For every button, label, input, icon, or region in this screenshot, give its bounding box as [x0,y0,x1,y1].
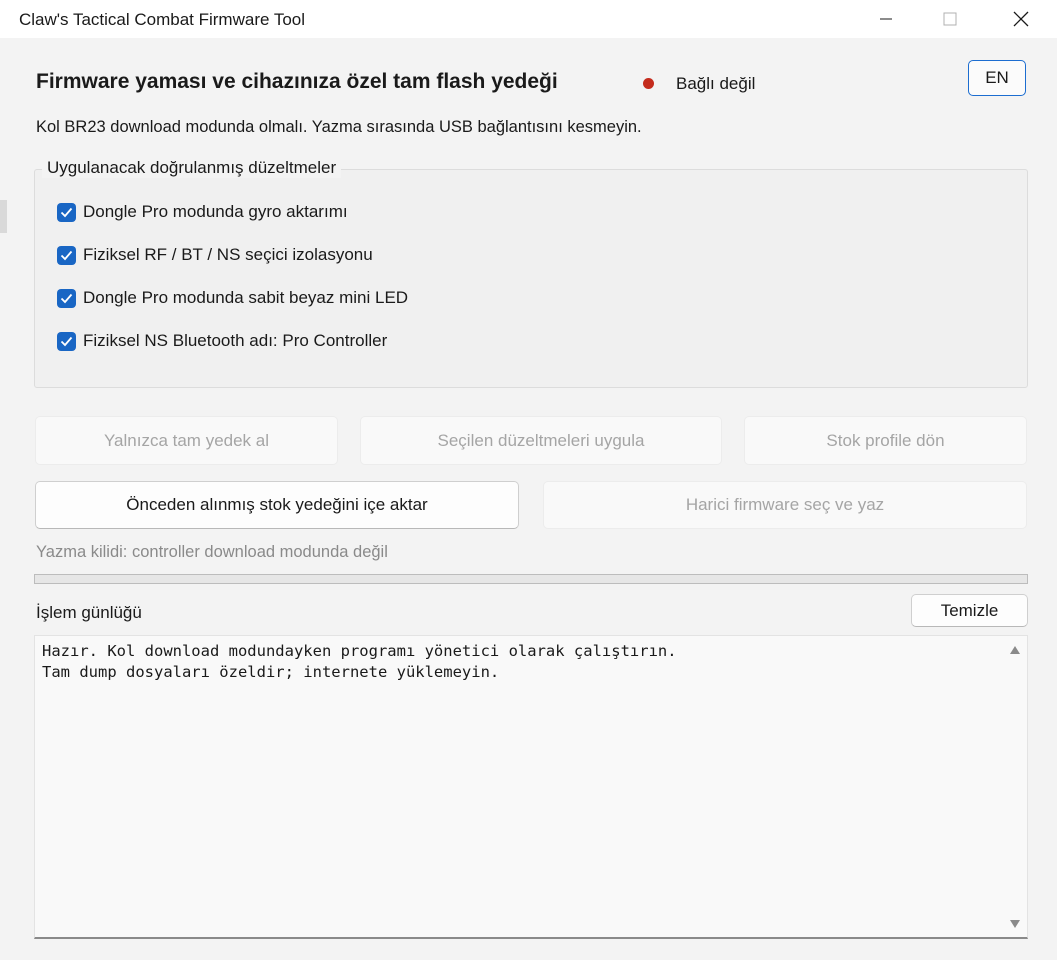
progress-bar [34,574,1028,584]
fix-bt-name-label: Fiziksel NS Bluetooth adı: Pro Controlle… [83,331,388,350]
scroll-up-icon[interactable] [1009,645,1021,655]
write-lock-status: Yazma kilidi: controller download modund… [36,543,388,561]
connection-status-text: Bağlı değil [676,74,756,93]
fix-selector-isolation-label: Fiziksel RF / BT / NS seçici izolasyonu [83,245,373,264]
language-toggle-button[interactable]: EN [968,60,1026,96]
page-title: Firmware yaması ve cihazınıza özel tam f… [36,70,558,93]
minimize-icon [880,18,892,20]
minimize-button[interactable] [863,0,909,38]
backup-only-button[interactable]: Yalnızca tam yedek al [35,416,338,465]
log-scrollbar[interactable] [1004,637,1026,935]
close-icon [1013,11,1029,27]
clear-log-button[interactable]: Temizle [911,594,1028,627]
checkbox-checked-icon[interactable] [57,202,76,222]
checkbox-checked-icon[interactable] [57,245,76,265]
fix-selector-isolation-checkbox-row[interactable]: Fiziksel RF / BT / NS seçici izolasyonu [57,244,373,266]
window-edge [1044,38,1057,960]
restore-stock-button[interactable]: Stok profile dön [744,416,1027,465]
maximize-icon [943,12,957,26]
checkbox-checked-icon[interactable] [57,331,76,351]
import-backup-button[interactable]: Önceden alınmış stok yedeğini içe aktar [35,481,519,529]
scroll-down-icon[interactable] [1009,919,1021,929]
fixes-group-legend: Uygulanacak doğrulanmış düzeltmeler [42,158,342,178]
log-textarea[interactable]: Hazır. Kol download modundayken programı… [34,635,1028,939]
connection-status-indicator [643,78,654,89]
fix-gyro-checkbox-row[interactable]: Dongle Pro modunda gyro aktarımı [57,201,348,223]
apply-fixes-button[interactable]: Seçilen düzeltmeleri uygula [360,416,722,465]
title-bar: Claw's Tactical Combat Firmware Tool [0,0,1057,38]
fix-bt-name-checkbox-row[interactable]: Fiziksel NS Bluetooth adı: Pro Controlle… [57,330,387,352]
close-button[interactable] [998,0,1044,38]
checkbox-checked-icon[interactable] [57,288,76,308]
fix-white-led-checkbox-row[interactable]: Dongle Pro modunda sabit beyaz mini LED [57,287,408,309]
log-label: İşlem günlüğü [36,603,142,622]
window-title: Claw's Tactical Combat Firmware Tool [19,10,306,29]
maximize-button[interactable] [927,0,973,38]
instructions-text: Kol BR23 download modunda olmalı. Yazma … [36,118,642,136]
fix-white-led-label: Dongle Pro modunda sabit beyaz mini LED [83,288,409,307]
background-window-edge [0,200,7,233]
fix-gyro-label: Dongle Pro modunda gyro aktarımı [83,202,348,221]
external-firmware-button[interactable]: Harici firmware seç ve yaz [543,481,1027,529]
log-content: Hazır. Kol download modundayken programı… [42,642,677,681]
